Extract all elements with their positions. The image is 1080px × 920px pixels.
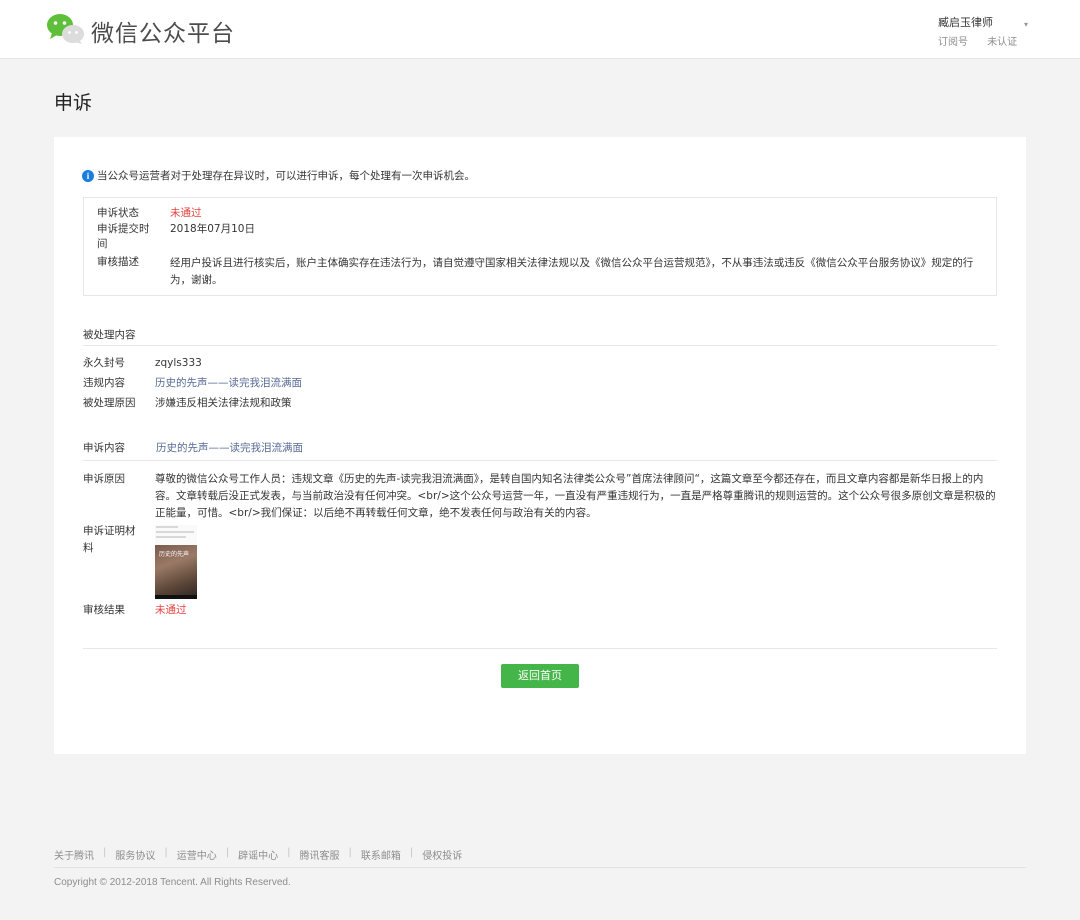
violation-content-link[interactable]: 历史的先声——读完我泪流满面	[155, 375, 1000, 392]
footer-links: 关于腾讯 | 服务协议 | 运营中心 | 辟谣中心 | 腾讯客服 | 联系邮箱 …	[54, 847, 462, 862]
footer-separator: |	[225, 847, 230, 858]
account-verify-status: 未认证	[987, 37, 1018, 48]
appeal-reason-value: 尊敬的微信公众号工作人员：违规文章《历史的先声-读完我泪流满面》，是转自国内知名…	[155, 473, 996, 519]
appeal-notice: i 当公众号运营者对于处理存在异议时，可以进行申诉，每个处理有一次申诉机会。	[82, 168, 475, 183]
footer-link-contact-email[interactable]: 联系邮箱	[361, 847, 401, 862]
appeal-content-link[interactable]: 历史的先声——读完我泪流满面	[156, 440, 1001, 457]
brand-title[interactable]: 微信公众平台	[91, 14, 235, 48]
info-icon: i	[82, 169, 94, 182]
status-label: 申诉状态	[97, 207, 139, 219]
top-navigation-bar: 微信公众平台 臧启玉律师 ▾ 订阅号 未认证	[0, 0, 1080, 59]
footer-link-service-agreement[interactable]: 服务协议	[115, 847, 155, 862]
appeal-status-box: 申诉状态 未通过 申诉提交时间 2018年07月10日 审核描述 经用户投诉且进…	[83, 197, 997, 296]
account-name[interactable]: 臧启玉律师	[938, 14, 1033, 30]
footer-link-about[interactable]: 关于腾讯	[54, 847, 94, 862]
handled-reason-label: 被处理原因	[83, 397, 136, 409]
handled-section-title: 被处理内容	[83, 329, 136, 341]
evidence-base	[155, 595, 197, 599]
evidence-book-title: 历史的先声	[159, 551, 190, 558]
review-description-label: 审核描述	[97, 256, 139, 268]
return-home-button[interactable]: 返回首页	[501, 664, 579, 688]
violation-content-label: 违规内容	[83, 377, 125, 389]
account-menu[interactable]: 臧启玉律师 ▾ 订阅号 未认证	[938, 14, 1033, 48]
appeal-reason-label: 申诉原因	[83, 473, 125, 485]
footer-divider	[54, 867, 1026, 868]
footer-separator: |	[348, 847, 352, 858]
copyright: Copyright © 2012-2018 Tencent. All Right…	[54, 877, 291, 888]
footer-separator: |	[409, 847, 414, 858]
footer-link-infringement[interactable]: 侵权投诉	[422, 847, 462, 862]
notice-text: 当公众号运营者对于处理存在异议时，可以进行申诉，每个处理有一次申诉机会。	[97, 170, 475, 182]
appeal-detail-card: i 当公众号运营者对于处理存在异议时，可以进行申诉，每个处理有一次申诉机会。 申…	[54, 137, 1026, 754]
chevron-down-icon[interactable]: ▾	[1024, 20, 1028, 29]
footer-link-rumor-center[interactable]: 辟谣中心	[238, 847, 278, 862]
review-result-value: 未通过	[155, 604, 187, 616]
status-value: 未通过	[170, 207, 202, 219]
footer-separator: |	[103, 847, 107, 858]
ban-label: 永久封号	[83, 357, 125, 369]
review-description-value: 经用户投诉且进行核实后，账户主体确实存在违法行为，请自觉遵守国家相关法律法规以及…	[170, 257, 974, 286]
evidence-thumbnail[interactable]: 历史的先声	[155, 525, 197, 599]
divider	[83, 648, 997, 649]
appeal-section-label: 申诉内容	[83, 442, 125, 454]
handled-reason-value: 涉嫌违反相关法律法规和政策	[155, 397, 292, 409]
evidence-text-lines	[156, 526, 196, 541]
footer-separator: |	[287, 847, 291, 858]
ban-value: zqyls333	[155, 357, 202, 369]
divider	[83, 345, 997, 346]
footer-separator: |	[164, 847, 168, 858]
review-result-label: 审核结果	[83, 604, 125, 616]
page-title: 申诉	[54, 92, 93, 114]
evidence-label: 申诉证明材料	[83, 525, 136, 554]
submit-date-value: 2018年07月10日	[170, 223, 255, 235]
divider	[83, 460, 997, 461]
footer-link-operation-center[interactable]: 运营中心	[177, 847, 217, 862]
account-type: 订阅号	[938, 37, 968, 48]
evidence-book-cover: 历史的先声	[155, 545, 197, 599]
wechat-logo-icon[interactable]	[46, 13, 86, 45]
footer-link-customer-service[interactable]: 腾讯客服	[300, 847, 340, 862]
account-meta: 订阅号 未认证	[938, 33, 1033, 48]
submit-date-label: 申诉提交时间	[97, 223, 150, 250]
